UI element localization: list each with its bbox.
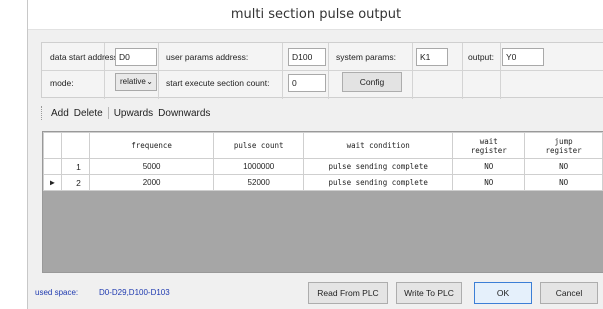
move-up-button[interactable]: Upwards <box>114 108 153 119</box>
params-divider <box>500 43 501 99</box>
jump-register-header-line1: jump <box>554 136 573 146</box>
row-number: 2 <box>60 174 90 191</box>
toolbar-separator <box>107 107 109 120</box>
frequence-cell[interactable]: 2000 <box>88 174 215 191</box>
row-selector[interactable] <box>43 158 62 175</box>
mode-label: mode: <box>50 78 74 88</box>
wait-condition-cell[interactable]: pulse sending complete <box>302 174 454 191</box>
column-header-jump-register[interactable]: jump register <box>524 132 603 159</box>
params-panel: data start address: D0 user params addre… <box>41 42 603 99</box>
system-params-label: system params: <box>336 52 396 62</box>
row-selector-header <box>43 132 62 159</box>
table-row[interactable]: ▶ 2 2000 52000 pulse sending complete NO… <box>43 174 603 191</box>
add-row-button[interactable]: Add <box>51 108 69 119</box>
read-from-plc-button[interactable]: Read From PLC <box>308 282 388 304</box>
move-down-button[interactable]: Downwards <box>158 108 210 119</box>
toolbar-grip <box>41 106 44 121</box>
start-section-count-field[interactable]: 0 <box>288 74 326 92</box>
config-button[interactable]: Config <box>342 72 402 92</box>
wait-register-cell[interactable]: NO <box>452 158 526 175</box>
mode-selected-value: relative <box>120 77 146 86</box>
pulse-output-dialog: multi section pulse output data start ad… <box>27 0 603 309</box>
frequence-cell[interactable]: 5000 <box>88 158 215 175</box>
sections-table: frequence pulse count wait condition wai… <box>43 132 603 191</box>
title-bar: multi section pulse output <box>28 0 603 30</box>
pulse-count-cell[interactable]: 52000 <box>213 174 304 191</box>
system-params-field[interactable]: K1 <box>416 48 448 66</box>
column-header-pulse-count[interactable]: pulse count <box>213 132 304 159</box>
column-header-wait-register[interactable]: wait register <box>452 132 526 159</box>
start-section-label: start execute section count: <box>166 78 270 88</box>
user-params-label: user params address: <box>166 52 249 62</box>
wait-register-header-line2: register <box>470 145 507 155</box>
params-divider <box>412 43 413 99</box>
cancel-button[interactable]: Cancel <box>540 282 598 304</box>
table-header-row: frequence pulse count wait condition wai… <box>43 132 603 159</box>
output-field[interactable]: Y0 <box>502 48 544 66</box>
params-divider <box>42 70 603 71</box>
pulse-count-cell[interactable]: 1000000 <box>213 158 304 175</box>
params-divider <box>328 43 329 99</box>
row-number-header <box>60 132 90 159</box>
mode-select[interactable]: relative ⌄ <box>115 73 157 91</box>
jump-register-cell[interactable]: NO <box>524 158 603 175</box>
used-space-value: D0-D29,D100-D103 <box>99 288 170 297</box>
sections-grid[interactable]: frequence pulse count wait condition wai… <box>42 131 603 273</box>
params-divider <box>282 43 283 99</box>
jump-register-header-line2: register <box>545 145 582 155</box>
used-space-label: used space: <box>35 288 79 297</box>
wait-condition-cell[interactable]: pulse sending complete <box>302 158 454 175</box>
params-divider <box>158 43 159 99</box>
data-start-label: data start address: <box>50 52 121 62</box>
window-title: multi section pulse output <box>230 7 402 22</box>
column-header-wait-condition[interactable]: wait condition <box>302 132 454 159</box>
ok-button[interactable]: OK <box>474 282 532 304</box>
wait-register-header-line1: wait <box>479 136 498 146</box>
column-header-frequence[interactable]: frequence <box>88 132 215 159</box>
user-params-address-field[interactable]: D100 <box>288 48 326 66</box>
chevron-down-icon: ⌄ <box>146 77 153 86</box>
current-row-marker-icon[interactable]: ▶ <box>43 174 62 191</box>
row-toolbar: Add Delete Upwards Downwards <box>41 104 215 124</box>
table-row[interactable]: 1 5000 1000000 pulse sending complete NO… <box>43 158 603 175</box>
params-divider <box>462 43 463 99</box>
jump-register-cell[interactable]: NO <box>524 174 603 191</box>
delete-row-button[interactable]: Delete <box>74 108 103 119</box>
write-to-plc-button[interactable]: Write To PLC <box>396 282 462 304</box>
output-label: output: <box>468 52 494 62</box>
wait-register-cell[interactable]: NO <box>452 174 526 191</box>
row-number: 1 <box>60 158 90 175</box>
data-start-address-field[interactable]: D0 <box>115 48 157 66</box>
